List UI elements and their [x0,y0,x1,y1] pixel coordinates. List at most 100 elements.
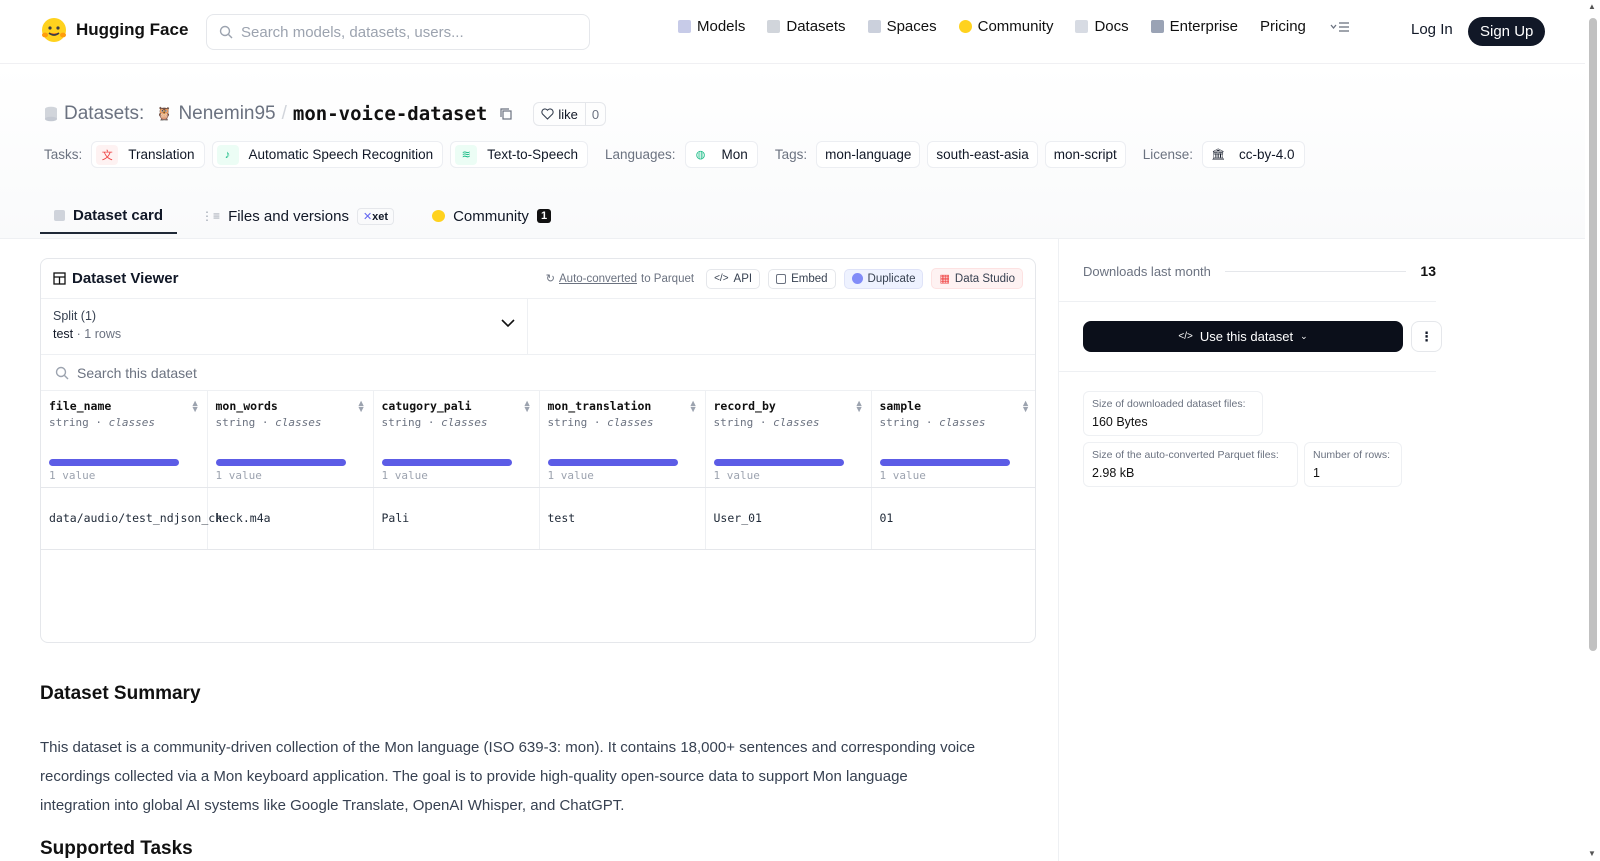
more-options-button[interactable]: ⋮ [1411,321,1442,352]
size-parquet-stat: Size of the auto-converted Parquet files… [1083,442,1298,487]
task-asr[interactable]: ♪ Automatic Speech Recognition [211,141,444,168]
column-name: mon_translation [547,399,652,413]
task-tts[interactable]: ≋ Text-to-Speech [450,141,588,168]
search-icon [55,366,69,379]
downloads-count: 13 [1420,263,1436,279]
auto-converted-note: ↻ Auto-converted to Parquet [545,272,694,286]
community-icon [958,20,972,33]
histogram-bar[interactable] [547,459,678,466]
column-header[interactable]: sample string · classes ▲ ▼ 1 value [871,391,1035,488]
tag-mon-language[interactable]: mon-language [816,141,921,168]
xet-icon: ✕ [362,210,373,223]
tag-south-east-asia[interactable]: south-east-asia [927,141,1038,168]
histogram-bar[interactable] [879,459,1010,466]
nav-docs-label: Docs [1094,18,1129,35]
data-studio-button[interactable]: ▦ Data Studio [931,268,1023,289]
table-cell[interactable]: User_01 [705,487,872,550]
histogram-bar[interactable] [49,459,179,466]
auto-converted-link[interactable]: Auto-converted [559,273,637,285]
use-dataset-button[interactable]: </> Use this dataset ⌄ [1083,321,1403,352]
duplicate-button[interactable]: Duplicate [843,268,924,289]
column-header[interactable]: record_by string · classes ▲ ▼ 1 value [705,391,872,488]
nav-models[interactable]: Models [678,18,745,35]
signup-button[interactable]: Sign Up [1468,17,1546,46]
sort-icon[interactable]: ▲ ▼ [357,399,366,414]
scroll-up-icon[interactable]: ▲ [1588,2,1596,11]
brand-name: Hugging Face [76,20,189,39]
table-cell[interactable]: data/audio/test_ndjson_check.m4a [41,487,271,550]
section-label[interactable]: Datasets: [64,103,144,125]
sort-icon[interactable]: ▲ ▼ [689,399,698,414]
column-header[interactable]: mon_translation string · classes ▲ ▼ 1 value [539,391,706,488]
column-header[interactable]: catugory_pali string · classes ▲ ▼ 1 value [373,391,540,488]
like-button[interactable]: like 0 [533,102,607,126]
sort-icon[interactable]: ▲ ▼ [855,399,864,414]
column-header[interactable]: file_name string · classes ▲ ▼ 1 value [41,391,208,488]
nav-spaces[interactable]: Spaces [867,18,937,35]
logo[interactable]: Hugging Face [40,16,188,44]
nav-enterprise[interactable]: Enterprise [1150,18,1238,35]
sort-icon[interactable]: ▲ ▼ [1021,399,1030,414]
sort-icon[interactable]: ▲ ▼ [191,399,200,414]
stat-label: Size of the auto-converted Parquet files… [1092,449,1279,461]
table-cell[interactable]: 01 [871,487,1035,550]
stat-label: Size of downloaded dataset files: [1092,398,1246,410]
nav-community[interactable]: Community [958,18,1053,35]
license-tag[interactable]: 🏛 cc-by-4.0 [1202,141,1305,168]
table-cell[interactable]: Pali [373,487,540,550]
table-cell[interactable]: test [539,487,706,550]
nav-datasets[interactable]: Datasets [767,18,846,35]
refresh-icon: ↻ [545,273,555,285]
scroll-down-icon[interactable]: ▼ [1588,849,1596,858]
owner-avatar: 🦉 [156,106,173,121]
languages-label: Languages: [604,147,676,162]
global-search[interactable] [206,14,590,50]
summary-title: Dataset Summary [40,683,201,704]
tab-dataset-card[interactable]: Dataset card [40,198,178,234]
copy-icon[interactable] [499,107,513,121]
tab-files[interactable]: ⋮≡ Files and versions ✕xet [201,198,408,234]
downloads-sparkline [1224,270,1407,272]
split-selector[interactable]: Split (1) test · 1 rows [41,299,528,354]
column-type: string · classes [547,416,654,429]
global-search-input[interactable] [241,23,571,41]
column-name: file_name [49,399,112,413]
repo-name[interactable]: mon-voice-dataset [293,103,487,125]
nav-more-menu[interactable] [1330,21,1350,33]
nav-pricing[interactable]: Pricing [1260,18,1306,35]
table-row[interactable]: data/audio/test_ndjson_check.m4a k Pali … [41,487,1035,550]
dataset-card-icon [54,209,65,221]
nav-docs[interactable]: Docs [1075,18,1129,35]
sort-icon[interactable]: ▲ ▼ [523,399,532,414]
tasks-label: Tasks: [44,147,83,162]
tab-community[interactable]: Community 1 [432,198,565,234]
xet-label: xet [372,210,389,223]
duplicate-icon [851,273,863,284]
page-scrollbar[interactable]: ▲ ▼ [1585,0,1600,861]
tag-mon-script[interactable]: mon-script [1044,141,1126,168]
column-name: sample [879,399,922,413]
rows-stat: Number of rows: 1 [1304,442,1402,487]
repo-owner[interactable]: Nenemin95 [178,103,275,125]
histogram-bar[interactable] [713,459,844,466]
task-asr-label: Automatic Speech Recognition [248,147,434,162]
scrollbar-thumb[interactable] [1589,18,1597,651]
task-translation[interactable]: 文 Translation [91,141,205,168]
path-separator: / [281,103,287,124]
histogram-bar[interactable] [215,459,346,466]
viewer-header: Dataset Viewer ↻ Auto-converted to Parqu… [41,259,1035,299]
login-link[interactable]: Log In [1411,21,1453,38]
embed-button[interactable]: Embed [768,268,836,289]
column-type: string · classes [713,416,820,429]
dataset-search[interactable]: Search this dataset [41,355,1035,391]
histogram-bar[interactable] [381,459,512,466]
like-count: 0 [591,106,600,122]
kebab-icon: ⋮ [1420,328,1433,344]
column-type: string · classes [49,416,155,429]
chevron-down-icon [501,319,515,328]
embed-icon [776,273,787,284]
license-value: cc-by-4.0 [1239,147,1295,162]
api-button[interactable]: </> API [706,268,761,289]
language-mon[interactable]: ◍ Mon [684,141,758,168]
column-header[interactable]: mon_words string · classes ▲ ▼ 1 value [207,391,374,488]
